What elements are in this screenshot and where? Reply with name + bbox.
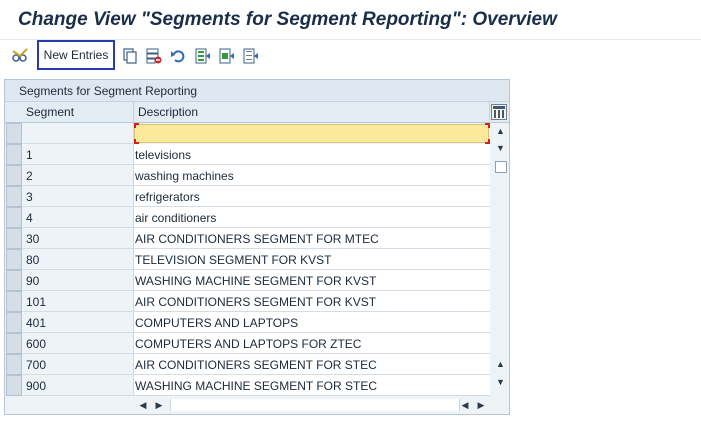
title-bar: Change View "Segments for Segment Report… [0,0,701,40]
segment-cell: 30 [22,228,134,249]
segment-cell: 401 [22,312,134,333]
description-cell[interactable]: air conditioners [134,207,490,228]
row-selector[interactable] [6,186,22,207]
description-cell[interactable]: AIR CONDITIONERS SEGMENT FOR MTEC [134,228,490,249]
undo-change-icon[interactable] [168,46,188,66]
row-selector[interactable] [6,228,22,249]
focus-corner-icon [134,123,139,128]
row-selector[interactable] [6,249,22,270]
description-cell[interactable]: washing machines [134,165,490,186]
segments-table-panel: Segments for Segment Reporting Segment D… [4,79,510,415]
segment-cell: 101 [22,291,134,312]
segment-cell[interactable] [22,123,134,144]
table-body: 1 televisions 2 washing machines 3 refri… [5,123,509,396]
table-row: 600 COMPUTERS AND LAPTOPS FOR ZTEC [5,333,509,354]
select-all-icon[interactable] [193,46,213,66]
vertical-scrollbar[interactable]: ▲ ▼ ▲ ▼ [492,123,509,396]
row-selector[interactable] [6,291,22,312]
table-row: 401 COMPUTERS AND LAPTOPS [5,312,509,333]
segment-cell: 700 [22,354,134,375]
description-input[interactable] [134,124,489,143]
scroll-left-icon[interactable]: ◀ [136,398,150,412]
deselect-all-icon[interactable] [241,46,261,66]
row-selector[interactable] [6,312,22,333]
row-selector[interactable] [6,354,22,375]
description-cell[interactable]: televisions [134,144,490,165]
description-cell[interactable]: AIR CONDITIONERS SEGMENT FOR STEC [134,354,490,375]
table-row: 2 washing machines [5,165,509,186]
segment-cell: 900 [22,375,134,396]
segment-cell: 1 [22,144,134,165]
column-header-segment[interactable]: Segment [22,102,134,123]
horizontal-scrollbar[interactable]: ◀ ▶ ◀ ▶ [5,396,509,414]
table-settings-icon[interactable] [491,104,507,120]
copy-as-icon[interactable] [120,46,140,66]
description-cell[interactable]: WASHING MACHINE SEGMENT FOR KVST [134,270,490,291]
scroll-right-icon[interactable]: ▶ [152,398,166,412]
table-row: 1 televisions [5,144,509,165]
description-cell[interactable]: COMPUTERS AND LAPTOPS FOR ZTEC [134,333,490,354]
row-selector[interactable] [6,333,22,354]
scroll-down-icon[interactable]: ▼ [492,374,509,390]
display-change-icon[interactable] [10,46,30,66]
row-selector[interactable] [6,123,22,144]
description-cell[interactable]: refrigerators [134,186,490,207]
description-cell[interactable]: AIR CONDITIONERS SEGMENT FOR KVST [134,291,490,312]
scroll-track[interactable] [170,399,460,411]
scroll-up-icon[interactable]: ▲ [492,123,509,139]
select-block-icon[interactable] [217,46,237,66]
new-entries-button[interactable]: New Entries [37,40,115,70]
segment-cell: 90 [22,270,134,291]
segment-cell: 80 [22,249,134,270]
table-row: 4 air conditioners [5,207,509,228]
table-row: 30 AIR CONDITIONERS SEGMENT FOR MTEC [5,228,509,249]
toolbar: New Entries [0,40,701,74]
focus-corner-icon [485,123,490,128]
segment-cell: 3 [22,186,134,207]
description-cell[interactable]: WASHING MACHINE SEGMENT FOR STEC [134,375,490,396]
table-row: 90 WASHING MACHINE SEGMENT FOR KVST [5,270,509,291]
table-row-new [5,123,509,144]
table-row: 101 AIR CONDITIONERS SEGMENT FOR KVST [5,291,509,312]
description-cell[interactable]: TELEVISION SEGMENT FOR KVST [134,249,490,270]
row-selector[interactable] [6,375,22,396]
table-title: Segments for Segment Reporting [5,80,509,102]
row-selector[interactable] [6,207,22,228]
scroll-right-icon[interactable]: ▶ [474,398,488,412]
table-row: 700 AIR CONDITIONERS SEGMENT FOR STEC [5,354,509,375]
segment-cell: 2 [22,165,134,186]
scroll-down-icon[interactable]: ▼ [492,140,509,156]
segment-cell: 600 [22,333,134,354]
table-row: 900 WASHING MACHINE SEGMENT FOR STEC [5,375,509,396]
description-cell[interactable]: COMPUTERS AND LAPTOPS [134,312,490,333]
scroll-thumb[interactable] [495,161,507,173]
table-header: Segment Description [5,102,509,123]
scroll-left-icon[interactable]: ◀ [458,398,472,412]
segment-cell: 4 [22,207,134,228]
scroll-up-icon[interactable]: ▲ [492,356,509,372]
row-selector[interactable] [6,270,22,291]
table-row: 3 refrigerators [5,186,509,207]
table-row: 80 TELEVISION SEGMENT FOR KVST [5,249,509,270]
page-title: Change View "Segments for Segment Report… [18,9,557,30]
row-selector[interactable] [6,165,22,186]
column-header-description[interactable]: Description [134,102,490,123]
row-selector[interactable] [6,144,22,165]
delete-icon[interactable] [144,46,164,66]
